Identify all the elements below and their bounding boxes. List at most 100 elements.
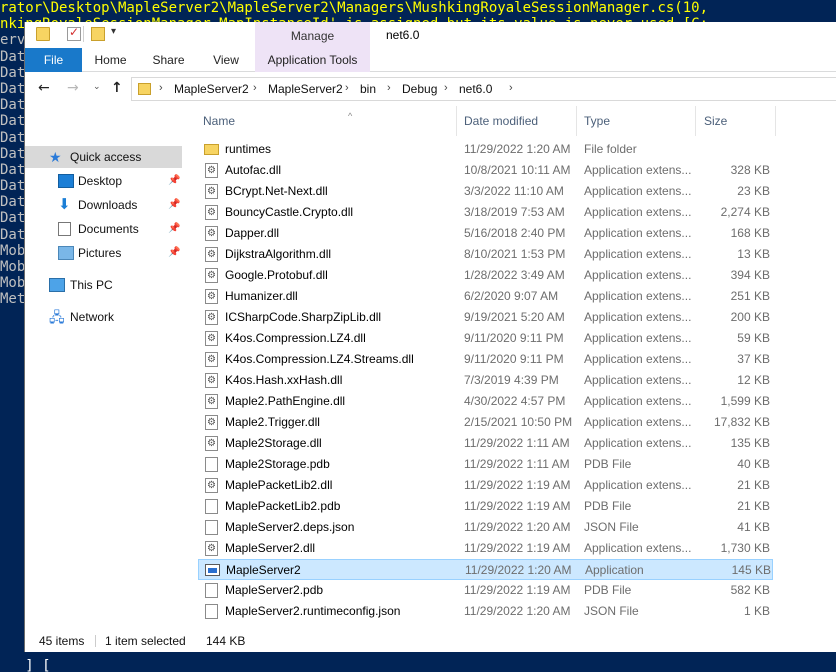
file-row[interactable]: Maple2Storage.dll 11/29/2022 1:11 AM Appli… [198,433,773,454]
file-row[interactable]: K4os.Compression.LZ4.dll 9/11/2020 9:11 P… [198,328,773,349]
selection-size: 144 KB [206,634,246,648]
file-size: 251 KB [730,289,770,303]
file-date: 4/30/2022 4:57 PM [464,394,566,408]
breadcrumb-chevron-icon[interactable]: › [345,82,349,94]
breadcrumb-chevron-icon[interactable]: › [159,82,163,94]
file-row[interactable]: Google.Protobuf.dll 1/28/2022 3:49 AM Appl… [198,265,773,286]
pin-icon[interactable]: 📌 [168,218,180,240]
tab-share[interactable]: Share [141,48,196,72]
file-row[interactable]: ICSharpCode.SharpZipLib.dll 9/19/2021 5:2… [198,307,773,328]
breadcrumb-item[interactable]: MapleServer2 [268,82,343,96]
breadcrumb-item[interactable]: net6.0 [459,82,492,96]
up-arrow-icon[interactable]: ↑ [111,80,123,96]
file-size: 37 KB [737,352,770,366]
dll-file-icon [205,160,218,181]
file-row[interactable]: Maple2Storage.pdb 11/29/2022 1:11 AM PDB F… [198,454,773,475]
file-type: PDB File [584,499,632,513]
nav-this-pc[interactable]: This PC [25,274,185,296]
file-row[interactable]: MapleServer2.pdb 11/29/2022 1:19 AM PDB Fi… [198,580,773,601]
pin-icon[interactable]: 📌 [168,242,180,264]
nav-desktop[interactable]: Desktop 📌 [25,170,185,192]
title-bar: ▾ Manage net6.0 [25,22,836,48]
file-explorer-window: ▾ Manage net6.0 File Home Share View App… [24,22,836,652]
file-size: 1 KB [743,604,770,618]
nav-pictures[interactable]: Pictures 📌 [25,242,185,264]
file-row[interactable]: MapleServer2.runtimeconfig.json 11/29/202… [198,601,773,622]
pin-icon[interactable]: 📌 [168,170,180,192]
file-row[interactable]: Dapper.dll 5/16/2018 2:40 PM Application e… [198,223,773,244]
file-row[interactable]: MapleServer2 11/29/2022 1:20 AM Applicatio… [198,559,773,580]
file-row[interactable]: DijkstraAlgorithm.dll 8/10/2021 1:53 PM Ap… [198,244,773,265]
file-row[interactable]: Maple2.Trigger.dll 2/15/2021 10:50 PM Appl… [198,412,773,433]
properties-icon[interactable] [67,25,81,41]
file-date: 1/28/2022 3:49 AM [464,268,565,282]
file-row[interactable]: Humanizer.dll 6/2/2020 9:07 AM Application… [198,286,773,307]
file-size: 17,832 KB [713,415,770,429]
file-name: MapleServer2 [226,563,301,577]
file-size: 145 KB [731,563,771,577]
nav-quick-access[interactable]: ★ Quick access [25,146,182,168]
breadcrumb-item[interactable]: Debug [402,82,437,96]
column-header-date[interactable]: Date modified [457,106,577,136]
sort-ascending-icon: ^ [348,111,353,121]
file-row[interactable]: MaplePacketLib2.pdb 11/29/2022 1:19 AM PDB… [198,496,773,517]
file-date: 11/29/2022 1:11 AM [464,436,570,450]
file-date: 9/19/2021 5:20 AM [464,310,565,324]
file-date: 11/29/2022 1:20 AM [464,142,571,156]
breadcrumb-chevron-icon[interactable]: › [253,82,257,94]
file-type: Application extens... [584,205,692,219]
column-header-name[interactable]: Name ^ [198,106,457,136]
file-icon [205,457,218,472]
file-row[interactable]: Autofac.dll 10/8/2021 10:11 AM Application… [198,160,773,181]
file-name: MaplePacketLib2.dll [225,478,333,492]
breadcrumb-item[interactable]: MapleServer2 [174,82,249,96]
tab-file[interactable]: File [25,48,82,72]
file-row[interactable]: K4os.Hash.xxHash.dll 7/3/2019 4:39 PM Appl… [198,370,773,391]
tab-home[interactable]: Home [82,48,139,72]
chevron-down-icon[interactable]: ▾ [111,26,116,37]
file-date: 7/3/2019 4:39 PM [464,373,559,387]
recent-locations-chevron-icon[interactable]: ⌄ [93,82,101,92]
tab-application-tools[interactable]: Application Tools [255,48,370,72]
breadcrumb-chevron-icon[interactable]: › [387,82,391,94]
column-label: Name [203,114,236,128]
file-size: 12 KB [737,373,770,387]
file-date: 11/29/2022 1:19 AM [464,478,571,492]
forward-arrow-icon[interactable]: → [67,80,79,96]
download-arrow-icon: ⬇ [58,196,71,213]
breadcrumb-chevron-icon[interactable]: › [444,82,448,94]
dll-file-icon [205,349,218,370]
breadcrumb-chevron-icon[interactable]: › [509,82,513,94]
folder-icon[interactable] [36,27,50,41]
file-size: 328 KB [730,163,770,177]
file-row[interactable]: runtimes 11/29/2022 1:20 AM File folder [198,139,773,160]
file-list: Name ^ Date modified Type Size runtimes 1… [198,106,836,626]
file-date: 5/16/2018 2:40 PM [464,226,566,240]
tab-view[interactable]: View [199,48,253,72]
column-label: Size [704,114,728,128]
file-row[interactable]: BouncyCastle.Crypto.dll 3/18/2019 7:53 AM… [198,202,773,223]
file-date: 3/18/2019 7:53 AM [464,205,565,219]
file-row[interactable]: MaplePacketLib2.dll 11/29/2022 1:19 AM App… [198,475,773,496]
file-row[interactable]: Maple2.PathEngine.dll 4/30/2022 4:57 PM Ap… [198,391,773,412]
breadcrumb-item[interactable]: bin [360,82,376,96]
column-header-type[interactable]: Type [577,106,696,136]
file-row[interactable]: MapleServer2.dll 11/29/2022 1:19 AM Applic… [198,538,773,559]
pin-icon[interactable]: 📌 [168,194,180,216]
file-row[interactable]: BCrypt.Net-Next.dll 3/3/2022 11:10 AM Appl… [198,181,773,202]
file-name: Autofac.dll [225,163,282,177]
column-header-size[interactable]: Size [696,106,776,136]
tab-manage[interactable]: Manage [255,22,370,48]
back-arrow-icon[interactable]: ← [38,80,50,96]
navigation-bar: ← → ⌄ ↑ › MapleServer2 › MapleServer2 › bin › D… [25,72,836,106]
file-row[interactable]: MapleServer2.deps.json 11/29/2022 1:20 AM… [198,517,773,538]
file-size: 394 KB [730,268,770,282]
address-bar[interactable]: › MapleServer2 › MapleServer2 › bin › Debug › net… [131,77,836,101]
file-name: MapleServer2.deps.json [225,520,355,534]
file-date: 11/29/2022 1:20 AM [465,563,572,577]
new-folder-icon[interactable] [91,27,105,41]
nav-downloads[interactable]: ⬇ Downloads 📌 [25,194,185,216]
file-row[interactable]: K4os.Compression.LZ4.Streams.dll 9/11/202… [198,349,773,370]
nav-documents[interactable]: Documents 📌 [25,218,185,240]
nav-network[interactable]: 🖧 Network [25,306,185,328]
